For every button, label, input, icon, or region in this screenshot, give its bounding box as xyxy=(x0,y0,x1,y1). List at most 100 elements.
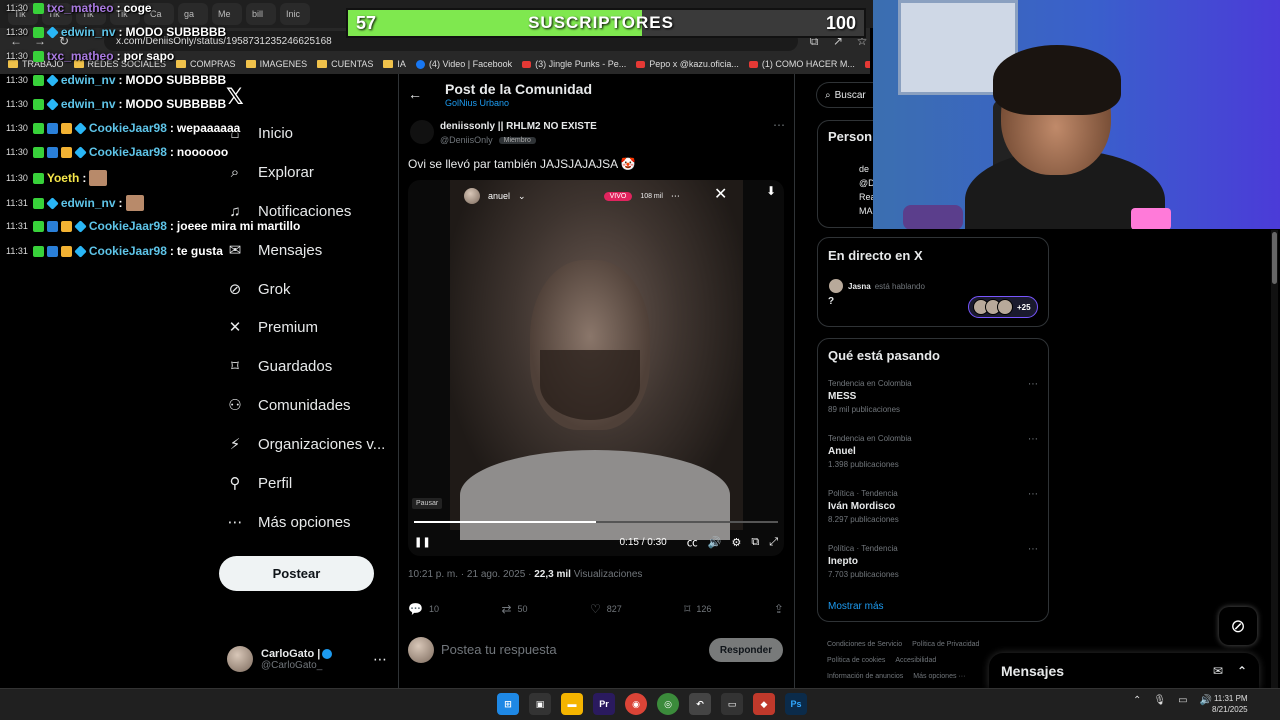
volume-icon[interactable]: 🔊 xyxy=(1200,695,1212,706)
pause-icon[interactable]: ❚❚ xyxy=(414,537,431,548)
trend-item[interactable]: Política · Tendencia Iván Mordisco 8.297 p… xyxy=(828,489,1038,524)
chat-username[interactable]: txc_matheo xyxy=(47,49,114,63)
post-timestamp[interactable]: 10:21 p. m. · 21 ago. 2025 · xyxy=(408,569,531,580)
community-name[interactable]: GolNius Urbano xyxy=(445,98,509,108)
footer-link[interactable]: Accesibilidad xyxy=(895,657,936,664)
expand-icon[interactable]: ⌃ xyxy=(1237,664,1247,678)
trend-item[interactable]: Política · Tendencia Inepto 7.703 publicac… xyxy=(828,544,1038,579)
chat-username[interactable]: txc_matheo xyxy=(47,1,114,15)
reply-action[interactable]: 💬 10 xyxy=(408,602,439,616)
nav-item-premium[interactable]: ✕ Premium xyxy=(226,318,318,337)
volume-icon[interactable]: 🔊 xyxy=(708,536,722,549)
more-icon[interactable]: ⋯ xyxy=(1028,544,1038,555)
more-icon[interactable]: ⋯ xyxy=(373,651,387,668)
footer-link[interactable]: Política de Privacidad xyxy=(912,641,979,648)
chevron-up-icon[interactable]: ⌃ xyxy=(1133,695,1141,706)
nav-item-explore[interactable]: ⌕ Explorar xyxy=(226,163,314,181)
x-logo-icon[interactable]: 𝕏 xyxy=(226,84,244,110)
chat-username[interactable]: CookieJaar98 xyxy=(89,219,167,233)
like-action[interactable]: ♡ 827 xyxy=(590,602,622,616)
bookmark-item[interactable]: (3) Jingle Punks - Pe... xyxy=(522,59,626,69)
author-handle[interactable]: @DeniisOnly xyxy=(440,135,493,145)
live-host[interactable]: Jasna xyxy=(848,282,871,291)
trend-item[interactable]: Tendencia en Colombia Anuel 1.398 publicac… xyxy=(828,434,1038,469)
photoshop-icon[interactable]: Ps xyxy=(785,693,807,715)
chat-username[interactable]: edwin_nv xyxy=(61,25,116,39)
footer-link[interactable]: Más opciones ··· xyxy=(913,673,965,680)
pip-icon[interactable]: ⧉ xyxy=(751,536,759,549)
chat-username[interactable]: CookieJaar98 xyxy=(89,121,167,135)
settings-icon[interactable]: ⚙ xyxy=(731,536,741,549)
bookmark-item[interactable]: CUENTAS xyxy=(317,59,373,69)
browser-tab[interactable]: Me xyxy=(212,3,242,25)
post-more-icon[interactable]: ⋯ xyxy=(773,118,785,132)
bookmark-item[interactable]: (1) COMO HACER M... xyxy=(748,59,855,69)
nav-item-grok[interactable]: ⊘ Grok xyxy=(226,280,291,299)
fullscreen-icon[interactable]: ⤢ xyxy=(769,536,778,549)
scrollbar-thumb[interactable] xyxy=(1272,232,1277,284)
footer-link[interactable]: Información de anuncios xyxy=(827,673,903,680)
brave-icon[interactable]: ◆ xyxy=(753,693,775,715)
mic-icon[interactable]: 🎙 xyxy=(1153,695,1166,706)
xbox-icon[interactable]: ◎ xyxy=(657,693,679,715)
bookmark-item[interactable]: IMAGENES xyxy=(245,59,307,69)
bookmark-action[interactable]: ⌑ 126 xyxy=(684,602,711,616)
repost-action[interactable]: ⇄ 50 xyxy=(501,602,527,616)
more-icon[interactable]: ⋯ xyxy=(1028,434,1038,445)
display-icon[interactable]: ▭ xyxy=(1178,695,1187,706)
video-player[interactable]: anuel ⌄ VIVO 108 mil ⋯ ✕ ⬇ Pausar ❚❚ 0:1… xyxy=(408,180,784,556)
search-input[interactable]: ⌕ Buscar xyxy=(816,82,876,108)
chat-username[interactable]: edwin_nv xyxy=(61,97,116,111)
browser-tab[interactable]: ga xyxy=(178,3,208,25)
bookmark-item[interactable]: (4) Video | Facebook xyxy=(415,59,512,69)
nav-item-bookmarks[interactable]: ⌑ Guardados xyxy=(226,357,332,376)
author-name[interactable]: deniissonly || RHLM2 NO EXISTE xyxy=(440,121,597,132)
nav-item-notifications[interactable]: ♫ Notificaciones xyxy=(226,202,351,220)
more-icon[interactable]: ⋯ xyxy=(1028,489,1038,500)
bookmark-item[interactable]: IA xyxy=(383,59,406,69)
trend-item[interactable]: Tendencia en Colombia MESS 89 mil publicac… xyxy=(828,379,1038,414)
browser-tab[interactable]: bill xyxy=(246,3,276,25)
browser-tab[interactable]: Inic xyxy=(280,3,310,25)
new-message-icon[interactable]: ✉ xyxy=(1213,664,1223,678)
premiere-icon[interactable]: Pr xyxy=(593,693,615,715)
show-more-link[interactable]: Mostrar más xyxy=(828,601,884,612)
captions-icon[interactable]: ㏄ xyxy=(687,534,698,550)
app-icon[interactable]: ▣ xyxy=(529,693,551,715)
bookmark-item[interactable]: Fusion C xyxy=(864,59,870,69)
share-action[interactable]: ⇪ xyxy=(774,602,784,616)
messages-drawer[interactable]: Mensajes ✉ ⌃ xyxy=(989,653,1259,689)
chrome-icon[interactable]: ◉ xyxy=(625,693,647,715)
footer-link[interactable]: Condiciones de Servicio xyxy=(827,641,902,648)
arrow-app-icon[interactable]: ↶ xyxy=(689,693,711,715)
chat-username[interactable]: Yoeth xyxy=(47,171,79,185)
reply-button[interactable]: Responder xyxy=(709,638,783,662)
nav-item-more[interactable]: ⋯ Más opciones xyxy=(226,513,351,532)
nav-item-profile[interactable]: ⚲ Perfil xyxy=(226,474,293,493)
terminal-icon[interactable]: ▭ xyxy=(721,693,743,715)
live-listeners[interactable]: +25 xyxy=(968,296,1038,318)
chat-username[interactable]: CookieJaar98 xyxy=(89,244,167,258)
scrollbar[interactable] xyxy=(1271,230,1278,688)
account-switcher[interactable]: CarloGato | @CarloGato_ ⋯ xyxy=(227,644,387,674)
bookmark-item[interactable]: COMPRAS xyxy=(176,59,236,69)
download-icon[interactable]: ⬇ xyxy=(766,184,776,198)
grok-float-icon[interactable]: ⊘ xyxy=(1219,607,1257,645)
author-avatar[interactable] xyxy=(410,120,434,144)
system-clock[interactable]: 11:31 PM 8/21/2025 xyxy=(1212,693,1248,715)
more-icon[interactable]: ⋯ xyxy=(1028,379,1038,390)
post-button[interactable]: Postear xyxy=(219,556,374,591)
file-explorer-icon[interactable]: ▬ xyxy=(561,693,583,715)
windows-start-icon[interactable]: ⊞ xyxy=(497,693,519,715)
nav-item-communities[interactable]: ⚇ Comunidades xyxy=(226,396,350,415)
footer-link[interactable]: Política de cookies xyxy=(827,657,885,664)
video-progress-bar[interactable] xyxy=(414,521,778,523)
chat-username[interactable]: edwin_nv xyxy=(61,196,116,210)
chat-username[interactable]: edwin_nv xyxy=(61,73,116,87)
chat-username[interactable]: CookieJaar98 xyxy=(89,145,167,159)
nav-item-messages[interactable]: ✉ Mensajes xyxy=(226,241,323,260)
reply-input[interactable]: Postea tu respuesta xyxy=(441,642,557,657)
back-arrow-icon[interactable]: ← xyxy=(408,86,422,102)
nav-item-organizations[interactable]: ⚡ Organizaciones v... xyxy=(226,435,386,454)
bookmark-item[interactable]: Pepo x @kazu.oficia... xyxy=(636,59,739,69)
